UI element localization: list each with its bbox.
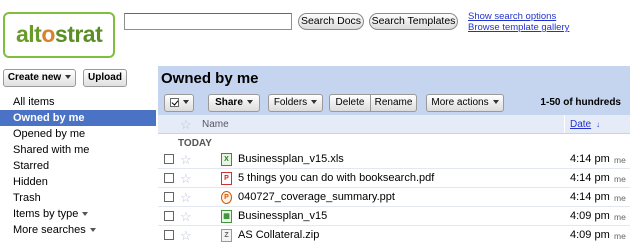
delete-button[interactable]: Delete <box>329 94 371 112</box>
upload-label: Upload <box>88 72 122 83</box>
search-input[interactable] <box>124 13 292 30</box>
pdf-file-icon: P <box>221 172 232 185</box>
sidebar-item-owned-by-me[interactable]: Owned by me <box>0 110 156 126</box>
sidebar-item-opened-by-me[interactable]: Opened by me <box>0 126 156 142</box>
sidebar-item-label: Trash <box>13 192 41 204</box>
star-icon[interactable]: ☆ <box>180 153 192 166</box>
sidebar-item-label: Opened by me <box>13 128 86 140</box>
table-row[interactable]: ☆ ▦ Businessplan_v15 4:09 pm me <box>158 207 630 226</box>
file-name[interactable]: Businessplan_v15 <box>238 210 327 222</box>
logo-text-part2: o <box>41 21 55 47</box>
star-icon[interactable]: ☆ <box>180 210 192 223</box>
search-templates-button[interactable]: Search Templates <box>369 13 458 30</box>
upload-button[interactable]: Upload <box>83 69 127 87</box>
sidebar-item-label: Shared with me <box>13 144 90 156</box>
sidebar-item-more-searches[interactable]: More searches <box>0 222 156 238</box>
file-owner: me <box>614 174 626 184</box>
chevron-down-icon <box>311 100 318 105</box>
sidebar-item-items-by-type[interactable]: Items by type <box>0 206 156 222</box>
file-owner: me <box>614 193 626 203</box>
rename-button[interactable]: Rename <box>371 94 417 112</box>
group-label-today: TODAY <box>178 138 212 149</box>
sidebar-item-label: Items by type <box>13 208 79 220</box>
page-title: Owned by me <box>161 70 259 87</box>
file-name[interactable]: Businessplan_v15.xls <box>238 153 344 165</box>
chevron-down-icon <box>246 100 253 105</box>
powerpoint-file-icon: P <box>221 191 232 204</box>
select-all-menu-button[interactable] <box>164 94 194 112</box>
more-actions-label: More actions <box>431 97 489 108</box>
file-name[interactable]: 040727_coverage_summary.ppt <box>238 191 395 203</box>
share-button[interactable]: Share <box>208 94 260 112</box>
share-label: Share <box>215 97 243 108</box>
table-row[interactable]: ☆ X Businessplan_v15.xls 4:14 pm me <box>158 150 630 169</box>
excel-file-icon: X <box>221 153 232 166</box>
create-new-button[interactable]: Create new <box>3 69 76 87</box>
row-checkbox[interactable] <box>164 230 174 240</box>
chevron-down-icon <box>492 100 499 105</box>
create-new-label: Create new <box>7 72 62 83</box>
file-date: 4:09 pm <box>570 229 610 241</box>
sidebar-nav: All items Owned by me Opened by me Share… <box>0 94 156 238</box>
title-bar: Owned by me <box>158 66 630 91</box>
file-date: 4:14 pm <box>570 191 610 203</box>
chevron-down-icon <box>182 100 189 105</box>
row-checkbox[interactable] <box>164 154 174 164</box>
chevron-down-icon <box>82 212 89 217</box>
folders-button[interactable]: Folders <box>268 94 323 112</box>
show-search-options-link[interactable]: Show search options <box>468 11 556 22</box>
sidebar-item-label: All items <box>13 96 55 108</box>
file-owner: me <box>614 212 626 222</box>
row-checkbox[interactable] <box>164 173 174 183</box>
logo-text: altostrat <box>16 21 103 48</box>
table-row[interactable]: ☆ P 5 things you can do with booksearch.… <box>158 169 630 188</box>
sidebar-item-label: Hidden <box>13 176 48 188</box>
toolbar: Share Folders Delete Rename More actions… <box>158 91 630 115</box>
spreadsheet-file-icon: ▦ <box>221 210 232 223</box>
file-name[interactable]: AS Collateral.zip <box>238 229 319 241</box>
row-checkbox[interactable] <box>164 192 174 202</box>
table-row[interactable]: ☆ P 040727_coverage_summary.ppt 4:14 pm … <box>158 188 630 207</box>
pagination-range: 1-50 of hundreds <box>540 97 621 108</box>
star-icon[interactable]: ☆ <box>180 229 192 242</box>
sort-arrow-icon: ↓ <box>596 120 600 129</box>
altostrat-logo[interactable]: altostrat <box>3 12 115 58</box>
folders-label: Folders <box>273 97 308 108</box>
star-column-icon[interactable]: ☆ <box>180 118 192 131</box>
column-divider <box>564 115 565 133</box>
more-actions-button[interactable]: More actions <box>426 94 504 112</box>
chevron-down-icon <box>65 75 72 80</box>
zip-file-icon: Z <box>221 229 232 242</box>
sidebar-item-shared-with-me[interactable]: Shared with me <box>0 142 156 158</box>
file-date: 4:14 pm <box>570 153 610 165</box>
sidebar-item-starred[interactable]: Starred <box>0 158 156 174</box>
column-header-row: ☆ Name Date ↓ <box>158 115 630 134</box>
sidebar-item-trash[interactable]: Trash <box>0 190 156 206</box>
logo-text-part1: alt <box>16 21 42 47</box>
delete-label: Delete <box>335 97 365 108</box>
file-owner: me <box>614 155 626 165</box>
file-date: 4:14 pm <box>570 172 610 184</box>
sidebar-item-all-items[interactable]: All items <box>0 94 156 110</box>
checkbox-icon <box>169 97 179 107</box>
file-name[interactable]: 5 things you can do with booksearch.pdf <box>238 172 434 184</box>
column-header-name[interactable]: Name <box>202 119 229 130</box>
row-checkbox[interactable] <box>164 211 174 221</box>
file-date: 4:09 pm <box>570 210 610 222</box>
sidebar-item-label: More searches <box>13 224 86 236</box>
chevron-down-icon <box>89 228 96 233</box>
file-list: ☆ X Businessplan_v15.xls 4:14 pm me ☆ P … <box>158 150 630 242</box>
logo-text-part3: strat <box>54 21 103 47</box>
file-owner: me <box>614 231 626 241</box>
browse-template-gallery-link[interactable]: Browse template gallery <box>468 22 569 33</box>
search-docs-button[interactable]: Search Docs <box>298 13 364 30</box>
table-row[interactable]: ☆ Z AS Collateral.zip 4:09 pm me <box>158 226 630 242</box>
sidebar-item-label: Owned by me <box>13 112 85 124</box>
rename-label: Rename <box>374 97 413 108</box>
sidebar-item-hidden[interactable]: Hidden <box>0 174 156 190</box>
star-icon[interactable]: ☆ <box>180 191 192 204</box>
star-icon[interactable]: ☆ <box>180 172 192 185</box>
sidebar-item-label: Starred <box>13 160 50 172</box>
column-header-date[interactable]: Date <box>570 119 591 130</box>
